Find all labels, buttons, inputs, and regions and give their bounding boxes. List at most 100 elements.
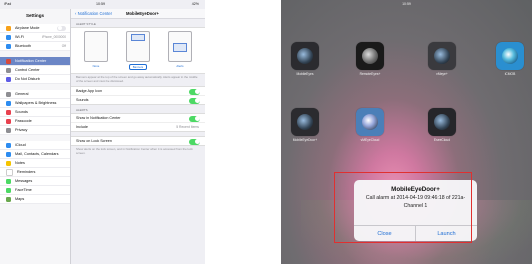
- lock-icon: [6, 118, 11, 124]
- app-icon-mobileeyedoor[interactable]: [291, 108, 319, 136]
- messages-icon: [6, 178, 11, 184]
- notification-icon: [6, 58, 11, 64]
- app-icon-icmob[interactable]: [496, 42, 524, 70]
- sidebar-item-privacy[interactable]: Privacy: [0, 126, 70, 135]
- sidebar-item-label: Wallpapers & Brightness: [15, 101, 57, 105]
- style-banners[interactable]: Banners: [126, 31, 150, 70]
- alert-style-picker: None Banners Alerts: [71, 27, 205, 74]
- alert-style-header: ALERT STYLE: [76, 22, 96, 26]
- sidebar-item-bluetooth[interactable]: Bluetooth Off: [0, 42, 70, 51]
- notes-icon: [6, 160, 11, 166]
- sidebar-item-label: Notification Center: [15, 59, 47, 63]
- lock-screen-group: Show on Lock Screen: [71, 136, 205, 147]
- sidebar-item-label: Maps: [15, 197, 25, 201]
- sidebar-item-label: Sounds: [15, 110, 28, 114]
- show-in-nc-toggle[interactable]: [189, 115, 200, 122]
- sidebar-item-messages[interactable]: Messages: [0, 177, 70, 186]
- app-label-icmob: iCMOB: [504, 72, 516, 76]
- style-banners-preview: [126, 31, 150, 62]
- reminders-icon: [6, 168, 13, 176]
- sounds-row: Sounds: [71, 96, 205, 104]
- sidebar-item-notification-center[interactable]: Notification Center: [0, 57, 70, 66]
- app-icon-vmeye[interactable]: [428, 42, 456, 70]
- status-bar: iPad 10:59 42%: [0, 0, 205, 9]
- style-none[interactable]: None: [84, 31, 108, 70]
- home-status-time: 10:59: [402, 2, 411, 6]
- settings-sidebar: Settings Airplane Mode Wi-Fi iPhone_000000…: [0, 9, 71, 264]
- app-label-mobileeyes: MobileEyes: [296, 72, 314, 76]
- airplane-icon: [6, 25, 11, 31]
- sidebar-item-notes[interactable]: Notes: [0, 159, 70, 168]
- sidebar-item-label: General: [15, 92, 29, 96]
- moon-icon: [6, 76, 11, 82]
- include-label: Include: [76, 125, 88, 130]
- show-in-nc-label: Show in Notification Center: [76, 116, 121, 121]
- sidebar-item-label: Airplane Mode: [15, 26, 40, 30]
- sidebar-item-passcode[interactable]: Passcode: [0, 117, 70, 126]
- sidebar-item-label: Bluetooth: [15, 44, 32, 48]
- clock: 10:59: [96, 2, 105, 6]
- maps-icon: [6, 196, 11, 202]
- bluetooth-icon: [6, 43, 11, 49]
- sidebar-item-label: iCloud: [15, 143, 26, 147]
- sidebar-item-label: Notes: [15, 161, 25, 165]
- sidebar-item-sounds[interactable]: Sounds: [0, 108, 70, 117]
- app-icon-remoteeyes[interactable]: [356, 42, 384, 70]
- sidebar-item-general[interactable]: General: [0, 90, 70, 99]
- facetime-icon: [6, 187, 11, 193]
- detail-pane: ‹ Notification Center MobileEyeDoor+ ALE…: [71, 9, 205, 264]
- lock-screen-toggle[interactable]: [189, 138, 200, 145]
- sidebar-item-wallpapers-brightness[interactable]: Wallpapers & Brightness: [0, 99, 70, 108]
- sidebar-item-airplane-mode[interactable]: Airplane Mode: [0, 24, 70, 33]
- lock-note: Show alerts on the lock screen, and in N…: [76, 147, 193, 155]
- cloud-icon: [6, 142, 11, 148]
- style-alerts-label: Alerts: [176, 64, 184, 68]
- sidebar-item-facetime[interactable]: FaceTime: [0, 186, 70, 195]
- battery-label: 42%: [191, 2, 199, 6]
- app-label-remoteeyes: RemoteEyes+: [359, 72, 381, 76]
- style-none-preview: [84, 31, 108, 62]
- sidebar-item-do-not-disturb[interactable]: Do Not Disturb: [0, 75, 70, 84]
- sidebar-item-control-center[interactable]: Control Center: [0, 66, 70, 75]
- sidebar-item-label: Wi-Fi: [15, 35, 24, 39]
- sidebar-item-label: Reminders: [17, 170, 36, 174]
- highlight-box: [334, 172, 472, 243]
- airplane-toggle[interactable]: [57, 25, 66, 31]
- back-label: Notification Center: [77, 11, 113, 16]
- mail-icon: [6, 151, 11, 157]
- style-alerts[interactable]: Alerts: [168, 31, 192, 70]
- include-row[interactable]: Include 5 Recent Items: [71, 123, 205, 131]
- sidebar-item-label: Control Center: [15, 68, 40, 72]
- app-label-mobileeyedoor: MobileEyeDoor+: [292, 138, 318, 142]
- badge-label: Badge App Icon: [76, 89, 103, 94]
- badge-toggle[interactable]: [189, 88, 200, 95]
- style-alerts-preview: [168, 31, 192, 62]
- app-icon-mobileeyes[interactable]: [291, 42, 319, 70]
- badge-sound-group: Badge App Icon Sounds: [71, 86, 205, 106]
- sidebar-item-label: Messages: [15, 179, 33, 183]
- hand-icon: [6, 127, 11, 133]
- app-icon-eseecloud[interactable]: [428, 108, 456, 136]
- app-icon-vmeyecloud[interactable]: [356, 108, 384, 136]
- lock-screen-row: Show on Lock Screen: [71, 137, 205, 145]
- sidebar-item-reminders[interactable]: Reminders: [0, 168, 70, 177]
- badge-row: Badge App Icon: [71, 87, 205, 97]
- gear-icon: [6, 91, 11, 97]
- lock-screen-label: Show on Lock Screen: [76, 139, 112, 144]
- sounds-toggle[interactable]: [189, 97, 200, 104]
- style-none-label: None: [92, 64, 100, 68]
- wifi-icon: [6, 34, 11, 40]
- sounds-label: Sounds: [76, 98, 89, 103]
- app-label-vmeyecloud: vMEyeCloud: [360, 138, 380, 142]
- sidebar-item-value: iPhone_0000000: [41, 35, 66, 39]
- sidebar-item-value: Off: [61, 44, 66, 48]
- sidebar-item-maps[interactable]: Maps: [0, 195, 70, 204]
- sidebar-item-label: Do Not Disturb: [15, 77, 40, 81]
- sidebar-item-wi-fi[interactable]: Wi-Fi iPhone_0000000: [0, 33, 70, 42]
- wallpaper-icon: [6, 100, 11, 106]
- sidebar-item-mail-contacts-calendars[interactable]: Mail, Contacts, Calendars: [0, 150, 70, 159]
- control-center-icon: [6, 67, 11, 73]
- back-button[interactable]: ‹ Notification Center: [75, 11, 112, 16]
- sidebar-item-icloud[interactable]: iCloud: [0, 141, 70, 150]
- detail-title: MobileEyeDoor+: [126, 11, 159, 16]
